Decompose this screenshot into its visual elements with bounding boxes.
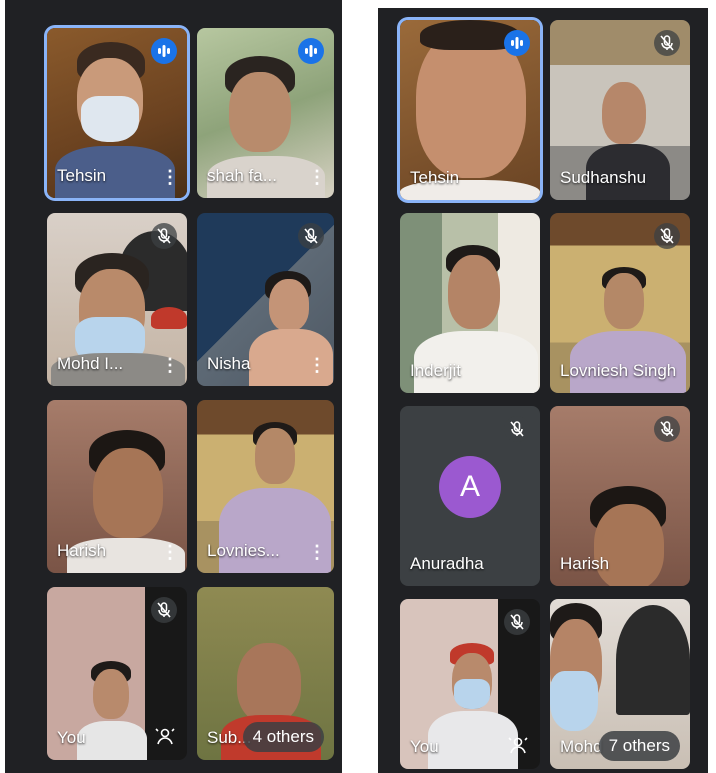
participant-tile[interactable]: shah fa... ⋮ (197, 28, 334, 198)
mic-off-icon (298, 223, 324, 249)
audio-level-icon (504, 30, 530, 56)
mic-off-icon (151, 223, 177, 249)
participant-name: Sudhanshu (560, 168, 647, 187)
participant-name: You (57, 728, 86, 747)
participant-name: Lovnies... (207, 541, 280, 560)
participant-tile[interactable]: Mohd 7 others (550, 599, 690, 769)
participant-tile[interactable]: Sub... 4 others (197, 587, 334, 760)
participant-tile[interactable]: Tehsin (400, 20, 540, 200)
left-meeting-panel: Tehsin ⋮ shah fa... ⋮ Mohd I... ⋮ Nisha … (5, 0, 342, 773)
participant-name: Tehsin (410, 168, 460, 187)
audio-level-icon (151, 38, 177, 64)
mic-off-icon (654, 30, 680, 56)
participant-tile[interactable]: You (400, 599, 540, 769)
participant-name: Harish (57, 541, 107, 560)
participant-name: Mohd I... (57, 354, 124, 373)
avatar: A (439, 456, 501, 518)
more-vert-icon[interactable]: ⋮ (308, 356, 326, 374)
participant-tile[interactable]: Inderjit (400, 213, 540, 393)
audio-level-icon (298, 38, 324, 64)
participant-tile[interactable]: Lovnies... ⋮ (197, 400, 334, 573)
mic-off-icon (504, 609, 530, 635)
participant-tile[interactable]: Harish ⋮ (47, 400, 187, 573)
more-vert-icon[interactable]: ⋮ (161, 168, 179, 186)
participant-name: Mohd (560, 737, 603, 756)
mic-off-icon (654, 223, 680, 249)
mic-off-icon (504, 416, 530, 442)
participant-tile[interactable]: Harish (550, 406, 690, 586)
participant-name: Anuradha (410, 554, 484, 573)
participant-tile[interactable]: Sudhanshu (550, 20, 690, 200)
participant-name: Inderjit (410, 361, 462, 380)
participant-name: shah fa... (207, 166, 277, 185)
others-count-chip[interactable]: 4 others (242, 722, 324, 752)
more-vert-icon[interactable]: ⋮ (308, 168, 326, 186)
participant-tile[interactable]: Lovniesh Singh (550, 213, 690, 393)
participant-name: Nisha (207, 354, 251, 373)
participant-name: You (410, 737, 439, 756)
participant-tile[interactable]: Mohd I... ⋮ (47, 213, 187, 386)
mic-off-icon (654, 416, 680, 442)
participant-name: Harish (560, 554, 610, 573)
more-vert-icon[interactable]: ⋮ (308, 543, 326, 561)
mic-off-icon (151, 597, 177, 623)
participant-tile[interactable]: Nisha ⋮ (197, 213, 334, 386)
more-vert-icon[interactable]: ⋮ (161, 356, 179, 374)
right-meeting-panel: Tehsin Sudhanshu Inderjit Lovniesh Singh… (378, 8, 708, 773)
participant-tile[interactable]: A Anuradha (400, 406, 540, 586)
participant-name: Lovniesh Singh (560, 361, 677, 380)
others-count-chip[interactable]: 7 others (598, 731, 680, 761)
captions-icon[interactable] (153, 724, 177, 748)
more-vert-icon[interactable]: ⋮ (161, 543, 179, 561)
captions-icon[interactable] (506, 733, 530, 757)
participant-tile[interactable]: Tehsin ⋮ (47, 28, 187, 198)
participant-name: Tehsin (57, 166, 107, 185)
participant-tile[interactable]: You (47, 587, 187, 760)
